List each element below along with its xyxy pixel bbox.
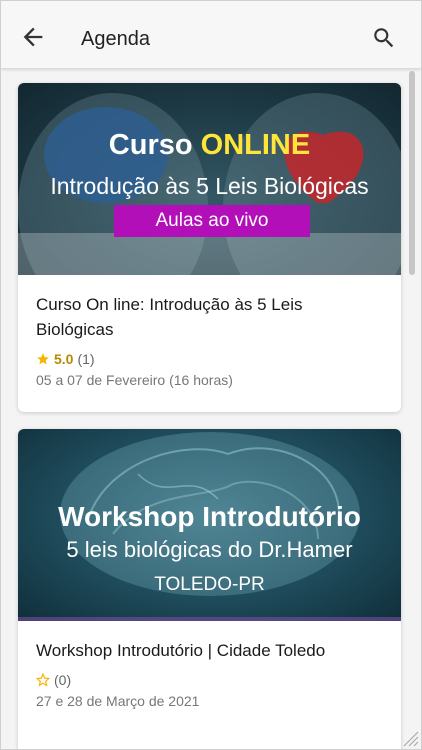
- event-title: Workshop Introdutório | Cidade Toledo: [36, 641, 326, 660]
- banner-headline-prefix: Curso: [108, 129, 201, 161]
- search-icon[interactable]: [371, 25, 397, 51]
- event-banner-image: Curso ONLINE Introdução às 5 Leis Biológ…: [18, 83, 401, 275]
- banner-headline: Workshop Introdutório: [58, 501, 361, 532]
- event-banner-image: Workshop Introdutório 5 leis biológicas …: [18, 429, 401, 621]
- event-rating: 5.0 (1): [36, 350, 383, 368]
- event-rating: (0): [36, 671, 383, 689]
- star-filled-icon: [37, 353, 49, 365]
- app-bar: Agenda: [1, 1, 421, 69]
- event-date: 27 e 28 de Março de 2021: [36, 693, 200, 709]
- event-date: 05 a 07 de Fevereiro (16 horas): [36, 372, 233, 388]
- banner-headline-highlight: ONLINE: [200, 129, 311, 161]
- banner-tag: Aulas ao vivo: [114, 205, 310, 237]
- banner-headline: Curso ONLINE: [18, 129, 401, 162]
- rating-score: 5.0: [54, 351, 74, 367]
- event-title: Curso On line: Introdução às 5 Leis Biol…: [36, 295, 303, 339]
- scrollbar-thumb[interactable]: [409, 71, 415, 275]
- event-info: Curso On line: Introdução às 5 Leis Biol…: [18, 275, 401, 388]
- resize-grip-icon[interactable]: [401, 729, 419, 747]
- banner-subtitle: 5 leis biológicas do Dr.Hamer: [66, 537, 353, 562]
- event-card[interactable]: Workshop Introdutório 5 leis biológicas …: [18, 429, 401, 749]
- page-title: Agenda: [81, 28, 150, 50]
- banner-location: TOLEDO-PR: [154, 574, 265, 595]
- event-card[interactable]: Curso ONLINE Introdução às 5 Leis Biológ…: [18, 83, 401, 412]
- rating-count: (1): [77, 351, 95, 367]
- app-window: Agenda Curso ONLINE Introdução às 5 Leis…: [0, 0, 422, 750]
- event-info: Workshop Introdutório | Cidade Toledo (0…: [18, 621, 401, 709]
- event-list: Curso ONLINE Introdução às 5 Leis Biológ…: [1, 70, 409, 749]
- scrollbar[interactable]: [408, 71, 416, 741]
- back-arrow-icon[interactable]: [19, 23, 47, 51]
- star-outline-icon: [36, 673, 50, 687]
- rating-count: (0): [54, 672, 72, 688]
- banner-subtitle: Introdução às 5 Leis Biológicas: [50, 173, 369, 199]
